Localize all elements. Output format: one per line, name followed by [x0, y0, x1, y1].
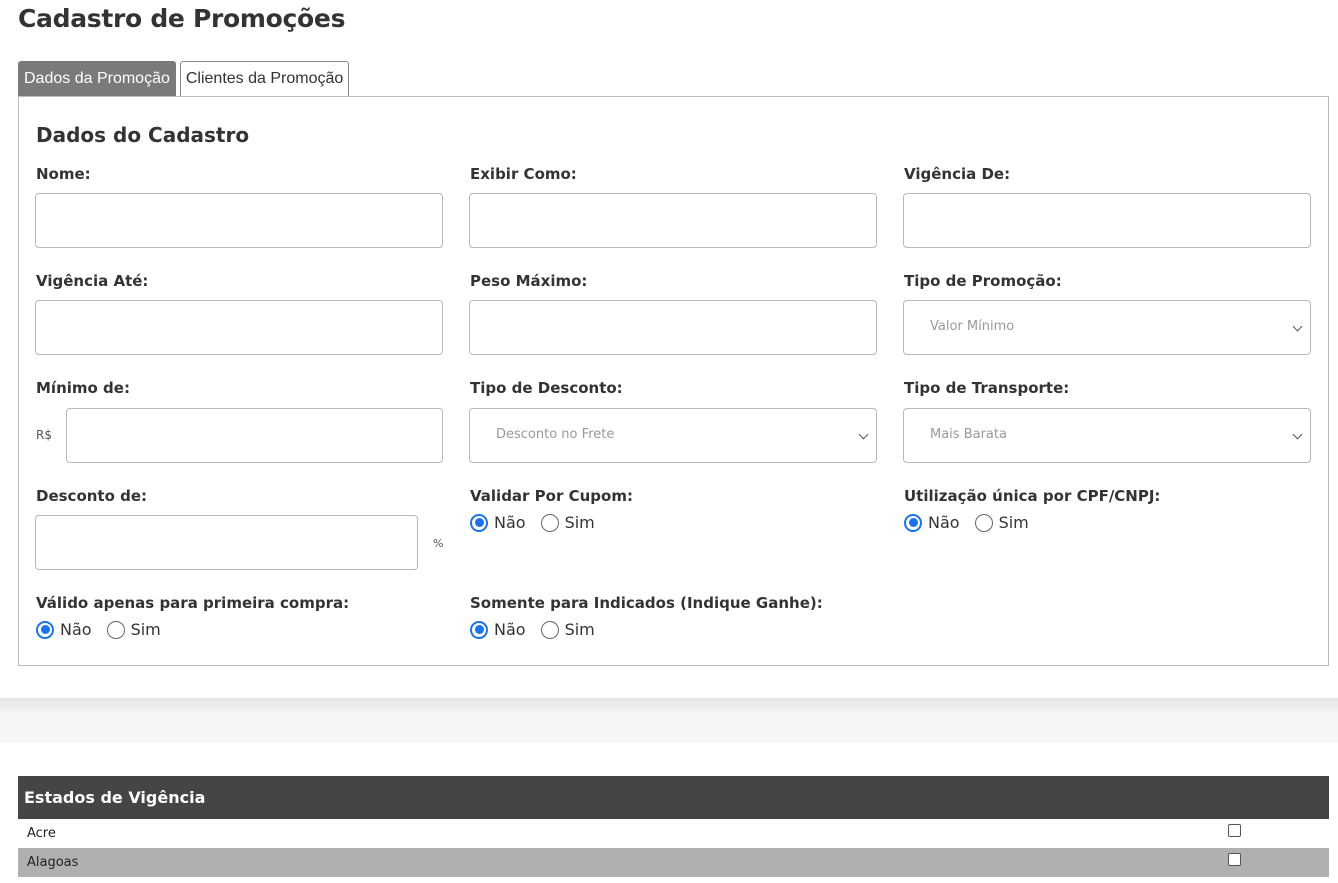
radio-label: Sim [564, 620, 595, 639]
tipo-promocao-select[interactable]: Valor Mínimo [903, 300, 1311, 355]
utilizacao-unica-label: Utilização única por CPF/CNPJ: [904, 487, 1161, 505]
vigencia-de-label: Vigência De: [904, 165, 1011, 183]
tipo-desconto-label: Tipo de Desconto: [470, 379, 623, 397]
form-panel: Dados do Cadastro Nome: Exibir Como: Vig… [18, 96, 1329, 666]
validar-cupom-nao[interactable]: Não [470, 513, 526, 532]
vigencia-de-input[interactable] [903, 193, 1311, 248]
section-title: Dados do Cadastro [36, 123, 250, 147]
validar-cupom-radio-group: Não Sim [470, 513, 610, 532]
radio-unchecked-icon[interactable] [974, 513, 993, 532]
primeira-compra-nao[interactable]: Não [36, 620, 92, 639]
peso-maximo-input[interactable] [469, 300, 877, 355]
tipo-transporte-select[interactable]: Mais Barata [903, 408, 1311, 463]
somente-indicados-nao[interactable]: Não [470, 620, 526, 639]
primeira-compra-sim[interactable]: Sim [106, 620, 161, 639]
primeira-compra-label: Válido apenas para primeira compra: [36, 594, 350, 612]
table-row: Acre [18, 819, 1329, 848]
utilizacao-unica-radio-group: Não Sim [904, 513, 1044, 532]
exibir-como-input[interactable] [469, 193, 877, 248]
somente-indicados-radio-group: Não Sim [470, 620, 610, 639]
vigencia-ate-input[interactable] [35, 300, 443, 355]
page-title: Cadastro de Promoções [18, 4, 346, 33]
tipo-transporte-value: Mais Barata [930, 427, 1007, 442]
radio-label: Sim [564, 513, 595, 532]
state-checkbox[interactable] [1228, 853, 1241, 866]
tab-clientes-promocao[interactable]: Clientes da Promoção [179, 61, 350, 96]
tipo-promocao-value: Valor Mínimo [930, 319, 1015, 334]
currency-prefix: R$ [36, 428, 52, 442]
utilizacao-unica-nao[interactable]: Não [904, 513, 960, 532]
validar-cupom-label: Validar Por Cupom: [470, 487, 633, 505]
radio-label: Não [494, 620, 526, 639]
radio-label: Não [494, 513, 526, 532]
minimo-de-label: Mínimo de: [36, 379, 130, 397]
tipo-promocao-label: Tipo de Promoção: [904, 272, 1062, 290]
radio-checked-icon[interactable] [470, 620, 488, 639]
chevron-down-icon [1292, 321, 1303, 332]
minimo-de-input[interactable] [66, 408, 443, 463]
tipo-desconto-select[interactable]: Desconto no Frete [469, 408, 877, 463]
state-name: Acre [27, 826, 56, 841]
chevron-down-icon [1292, 429, 1303, 440]
radio-checked-icon[interactable] [470, 513, 488, 532]
desconto-de-label: Desconto de: [36, 487, 148, 505]
chevron-down-icon [858, 429, 869, 440]
radio-unchecked-icon[interactable] [106, 620, 125, 639]
percent-suffix: % [433, 537, 444, 550]
state-checkbox[interactable] [1228, 824, 1241, 837]
state-name: Alagoas [27, 855, 79, 870]
nome-input[interactable] [35, 193, 443, 248]
tipo-transporte-label: Tipo de Transporte: [904, 379, 1070, 397]
radio-label: Sim [130, 620, 161, 639]
exibir-como-label: Exibir Como: [470, 165, 577, 183]
tab-bar: Dados da Promoção Clientes da Promoção [18, 61, 350, 97]
tipo-desconto-value: Desconto no Frete [496, 427, 615, 442]
states-table: Estados de Vigência Acre Alagoas [18, 776, 1329, 877]
desconto-de-input[interactable] [35, 515, 418, 570]
table-header: Estados de Vigência [18, 776, 1329, 819]
tab-dados-promocao[interactable]: Dados da Promoção [18, 61, 176, 96]
radio-checked-icon[interactable] [904, 513, 922, 532]
radio-unchecked-icon[interactable] [540, 513, 559, 532]
radio-label: Sim [998, 513, 1029, 532]
radio-unchecked-icon[interactable] [540, 620, 559, 639]
somente-indicados-label: Somente para Indicados (Indique Ganhe): [470, 594, 823, 612]
peso-maximo-label: Peso Máximo: [470, 272, 588, 290]
radio-label: Não [60, 620, 92, 639]
validar-cupom-sim[interactable]: Sim [540, 513, 595, 532]
utilizacao-unica-sim[interactable]: Sim [974, 513, 1029, 532]
nome-label: Nome: [36, 165, 91, 183]
section-separator [0, 698, 1338, 743]
somente-indicados-sim[interactable]: Sim [540, 620, 595, 639]
primeira-compra-radio-group: Não Sim [36, 620, 176, 639]
radio-checked-icon[interactable] [36, 620, 54, 639]
vigencia-ate-label: Vigência Até: [36, 272, 149, 290]
table-row: Alagoas [18, 848, 1329, 877]
radio-label: Não [928, 513, 960, 532]
